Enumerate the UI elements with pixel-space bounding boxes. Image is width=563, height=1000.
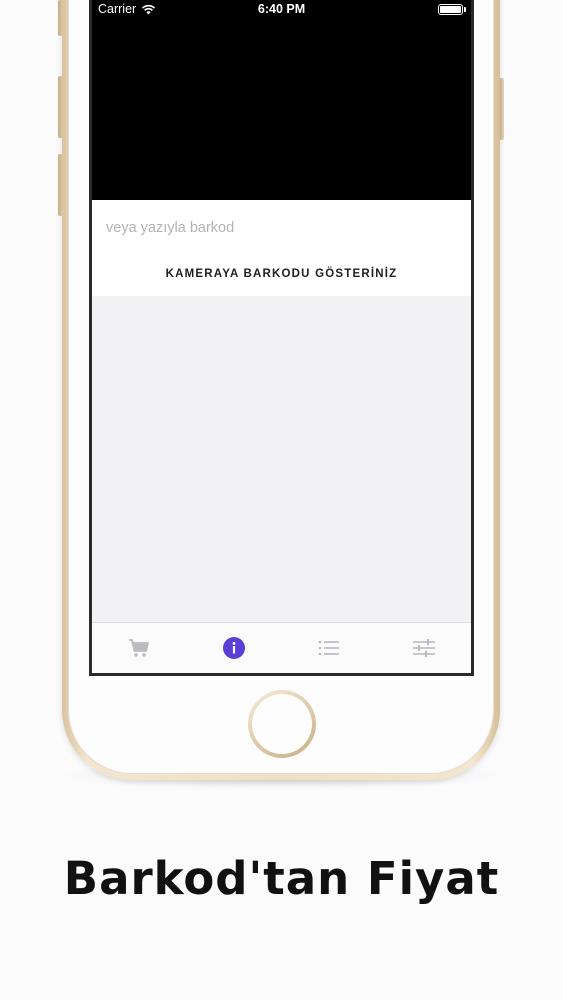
tab-bar (92, 622, 471, 673)
home-button-inner (252, 694, 312, 754)
battery-icon (438, 4, 463, 15)
battery-tip (464, 7, 466, 12)
battery-level (440, 6, 461, 13)
tab-settings[interactable] (376, 623, 471, 673)
promo-caption: Barkod'tan Fiyat (63, 852, 500, 905)
tab-list[interactable] (282, 623, 377, 673)
app-store-screenshot: Carrier 6:40 PM KAMERAYA BARKODU GÖSTERİ… (0, 0, 563, 1000)
tab-cart[interactable] (92, 623, 187, 673)
info-icon (223, 637, 246, 659)
barcode-text-input[interactable] (106, 216, 456, 240)
results-area (92, 296, 471, 622)
cart-icon (129, 639, 150, 657)
phone-screen: Carrier 6:40 PM KAMERAYA BARKODU GÖSTERİ… (89, 0, 474, 676)
status-time: 6:40 PM (257, 2, 306, 16)
barcode-entry-panel: KAMERAYA BARKODU GÖSTERİNİZ (92, 200, 471, 296)
list-icon (318, 640, 339, 656)
home-button (248, 690, 316, 758)
status-bar: Carrier 6:40 PM (92, 0, 471, 18)
sliders-icon (412, 639, 435, 657)
camera-preview: Carrier 6:40 PM (92, 0, 471, 200)
tab-info[interactable] (187, 623, 282, 673)
scan-instruction: KAMERAYA BARKODU GÖSTERİNİZ (165, 268, 398, 280)
